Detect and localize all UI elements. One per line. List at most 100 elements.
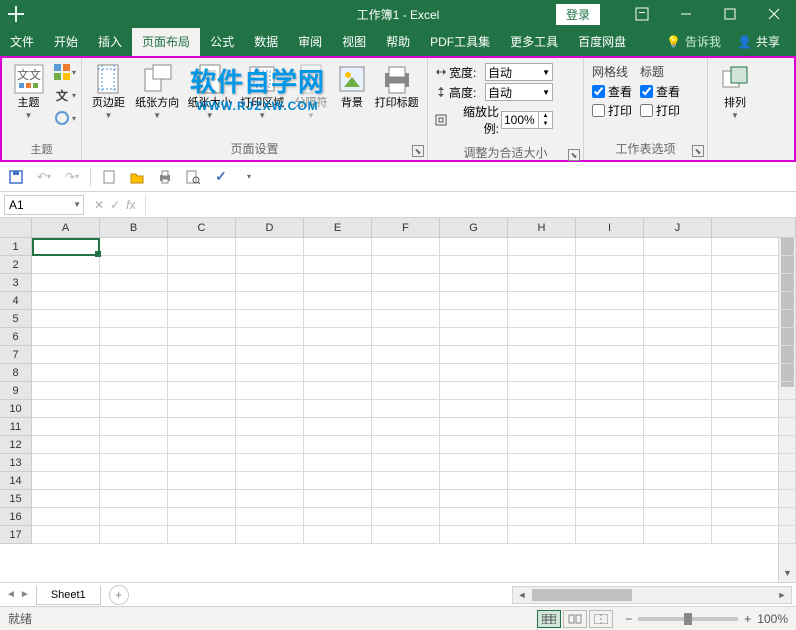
col-header[interactable]: B: [100, 218, 168, 238]
cell[interactable]: [644, 238, 712, 256]
cell[interactable]: [236, 346, 304, 364]
cell[interactable]: [440, 238, 508, 256]
cell[interactable]: [508, 526, 576, 544]
cancel-icon[interactable]: ✕: [94, 198, 104, 212]
close-button[interactable]: [752, 0, 796, 28]
enter-icon[interactable]: ✓: [110, 198, 120, 212]
sheet-options-launcher[interactable]: ⬊: [692, 145, 704, 157]
zoom-slider[interactable]: [638, 617, 738, 621]
cell[interactable]: [440, 454, 508, 472]
print-area-button[interactable]: 打印区域▼: [236, 61, 289, 122]
zoom-level[interactable]: 100%: [757, 612, 788, 626]
cell[interactable]: [372, 292, 440, 310]
orientation-button[interactable]: 纸张方向▼: [131, 61, 184, 122]
cell[interactable]: [168, 526, 236, 544]
cell[interactable]: [304, 310, 372, 328]
cell[interactable]: [168, 292, 236, 310]
new-button[interactable]: [99, 167, 119, 187]
cell[interactable]: [508, 346, 576, 364]
cell[interactable]: [100, 328, 168, 346]
cell[interactable]: [644, 256, 712, 274]
cell[interactable]: [236, 256, 304, 274]
cell[interactable]: [644, 364, 712, 382]
row-header[interactable]: 15: [0, 490, 32, 508]
tab-insert[interactable]: 插入: [88, 27, 132, 56]
cell[interactable]: [372, 346, 440, 364]
cell[interactable]: [168, 310, 236, 328]
row-headers[interactable]: 1234567891011121314151617: [0, 238, 32, 544]
fx-icon[interactable]: fx: [126, 198, 135, 212]
cells-area[interactable]: [32, 238, 778, 582]
cell[interactable]: [440, 274, 508, 292]
cell[interactable]: [100, 292, 168, 310]
cell[interactable]: [440, 346, 508, 364]
tab-view[interactable]: 视图: [332, 27, 376, 56]
cell[interactable]: [32, 400, 100, 418]
new-sheet-button[interactable]: +: [109, 585, 129, 605]
cell[interactable]: [644, 274, 712, 292]
sheet-tab[interactable]: Sheet1: [36, 586, 101, 605]
cell[interactable]: [168, 346, 236, 364]
arrange-button[interactable]: 排列▼: [712, 61, 758, 122]
cell[interactable]: [304, 346, 372, 364]
cell[interactable]: [304, 400, 372, 418]
col-header[interactable]: D: [236, 218, 304, 238]
cell[interactable]: [644, 472, 712, 490]
cell[interactable]: [304, 454, 372, 472]
cell[interactable]: [440, 400, 508, 418]
select-all-corner[interactable]: [0, 218, 32, 238]
tab-baidu[interactable]: 百度网盘: [568, 27, 636, 56]
cell[interactable]: [32, 382, 100, 400]
col-header[interactable]: J: [644, 218, 712, 238]
cell[interactable]: [372, 328, 440, 346]
formula-input[interactable]: [145, 195, 796, 215]
cell[interactable]: [236, 436, 304, 454]
tab-page-layout[interactable]: 页面布局: [132, 27, 200, 56]
cell[interactable]: [236, 292, 304, 310]
open-button[interactable]: [127, 167, 147, 187]
row-header[interactable]: 3: [0, 274, 32, 292]
cell[interactable]: [304, 328, 372, 346]
cell[interactable]: [304, 238, 372, 256]
row-header[interactable]: 8: [0, 364, 32, 382]
cell[interactable]: [440, 508, 508, 526]
tab-pdf-tools[interactable]: PDF工具集: [420, 27, 500, 56]
cell[interactable]: [644, 436, 712, 454]
cell[interactable]: [440, 418, 508, 436]
col-header[interactable]: C: [168, 218, 236, 238]
login-button[interactable]: 登录: [556, 4, 600, 25]
cell[interactable]: [644, 526, 712, 544]
cell[interactable]: [440, 328, 508, 346]
cell[interactable]: [576, 526, 644, 544]
cell[interactable]: [100, 472, 168, 490]
share-button[interactable]: 👤共享: [729, 27, 788, 56]
background-button[interactable]: 背景: [333, 61, 370, 112]
cell[interactable]: [168, 328, 236, 346]
effects-button[interactable]: ▾: [53, 107, 77, 129]
cell[interactable]: [236, 274, 304, 292]
cell[interactable]: [168, 454, 236, 472]
row-header[interactable]: 10: [0, 400, 32, 418]
cell[interactable]: [32, 274, 100, 292]
cell[interactable]: [32, 310, 100, 328]
fonts-button[interactable]: 文▾: [53, 84, 77, 106]
gridlines-view-checkbox[interactable]: 查看: [592, 83, 632, 100]
name-box[interactable]: A1▼: [4, 195, 84, 215]
size-button[interactable]: 纸张大小▼: [183, 61, 236, 122]
cell[interactable]: [236, 238, 304, 256]
cell[interactable]: [440, 526, 508, 544]
cell[interactable]: [440, 310, 508, 328]
headings-print-checkbox[interactable]: 打印: [640, 102, 680, 119]
cell[interactable]: [508, 328, 576, 346]
cell[interactable]: [236, 382, 304, 400]
cell[interactable]: [168, 490, 236, 508]
cell[interactable]: [372, 400, 440, 418]
col-header[interactable]: G: [440, 218, 508, 238]
cell[interactable]: [644, 454, 712, 472]
row-header[interactable]: 2: [0, 256, 32, 274]
cell[interactable]: [100, 400, 168, 418]
cell[interactable]: [304, 526, 372, 544]
row-header[interactable]: 5: [0, 310, 32, 328]
cell[interactable]: [576, 382, 644, 400]
headings-view-checkbox[interactable]: 查看: [640, 83, 680, 100]
